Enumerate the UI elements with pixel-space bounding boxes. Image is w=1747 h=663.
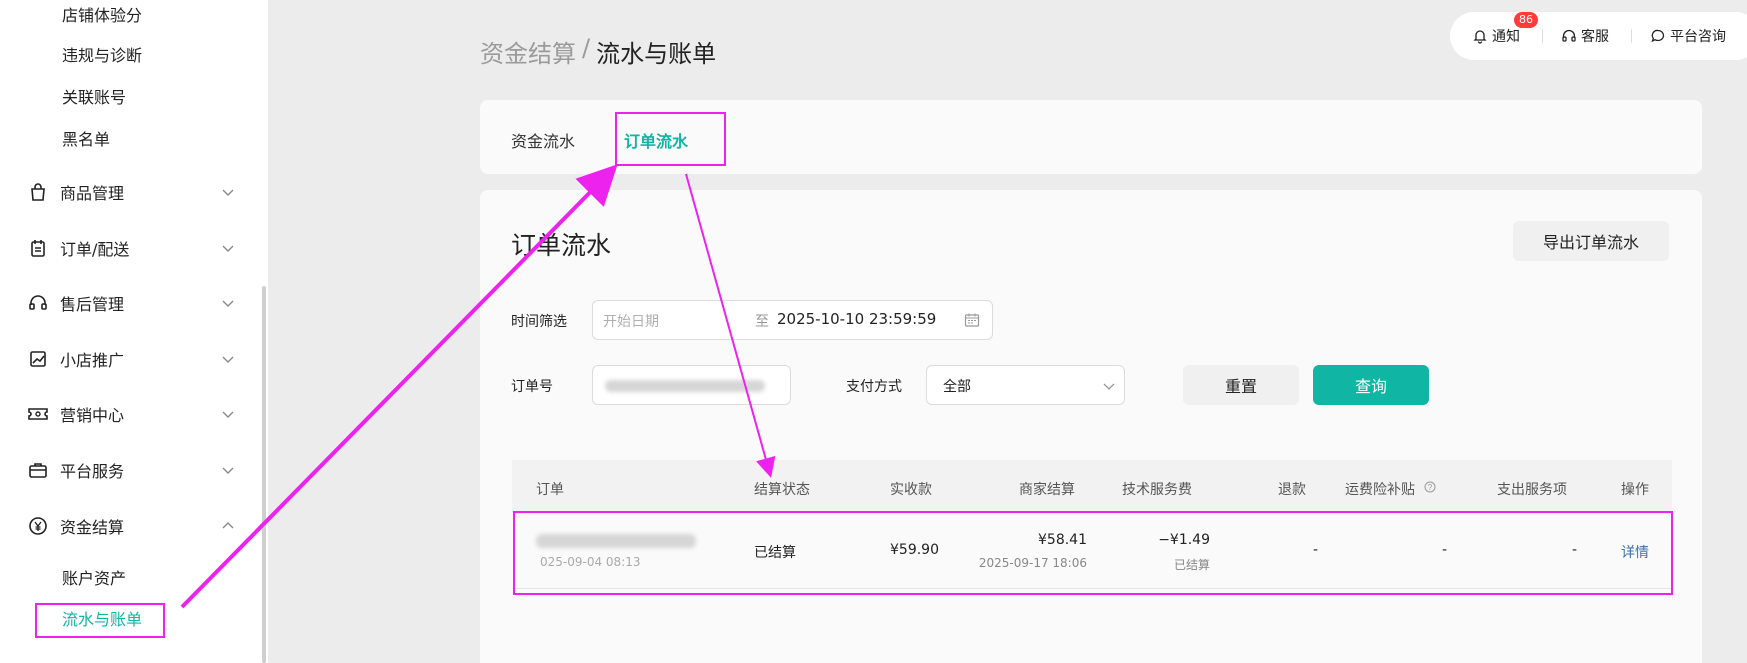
sidebar-scrollbar[interactable]	[262, 286, 266, 663]
calendar-icon[interactable]	[964, 312, 980, 328]
sidebar-menu-label: 商品管理	[60, 184, 125, 203]
col-order: 订单	[536, 482, 564, 498]
chevron-down-icon	[220, 295, 236, 311]
col-received: 实收款	[890, 482, 932, 498]
reset-button[interactable]: 重置	[1183, 365, 1299, 405]
highlight-box-row	[513, 511, 1673, 595]
divider	[1542, 29, 1543, 43]
sidebar-menu-label: 售后管理	[60, 295, 125, 314]
sidebar-menu-label: 营销中心	[60, 406, 125, 425]
table-header: 订单 结算状态 实收款 商家结算 技术服务费 退款 运费险补贴 ? 支出服务项 …	[512, 460, 1672, 514]
svg-text:?: ?	[1428, 483, 1433, 492]
query-button[interactable]: 查询	[1313, 365, 1429, 405]
chevron-down-icon	[220, 240, 236, 256]
sidebar-menu-label: 资金结算	[60, 518, 125, 537]
sidebar-menu-marketing[interactable]: 营销中心	[26, 400, 236, 428]
tab-fund-flow[interactable]: 资金流水	[511, 128, 575, 152]
page-title: 订单流水	[511, 231, 612, 260]
top-action-bar: 通知 86 客服 平台咨询	[1450, 12, 1747, 60]
yen-circle-icon	[26, 514, 50, 538]
sidebar-item-account-assets[interactable]: 账户资产	[62, 565, 126, 589]
col-shipping-subsidy: 运费险补贴	[1345, 482, 1415, 498]
payment-method-select[interactable]: 全部	[926, 365, 1125, 405]
notification-label: 通知	[1492, 29, 1520, 45]
sidebar-item-violations[interactable]: 违规与诊断	[62, 42, 142, 66]
bell-icon	[1473, 30, 1487, 44]
sidebar-menu-orders[interactable]: 订单/配送	[26, 234, 236, 262]
payment-method-value: 全部	[943, 379, 971, 395]
sidebar-menu-label: 小店推广	[60, 351, 125, 370]
chevron-down-icon	[1103, 383, 1115, 390]
highlight-box-tab	[615, 112, 726, 166]
customer-service-label: 客服	[1581, 29, 1609, 45]
chevron-down-icon	[220, 462, 236, 478]
sidebar-menu-finance[interactable]: 资金结算	[26, 512, 236, 540]
trend-chart-icon	[26, 347, 50, 371]
redacted-order-number	[605, 380, 765, 392]
sidebar-menu-products[interactable]: 商品管理	[26, 178, 236, 206]
headset-icon	[1562, 29, 1576, 42]
chat-bubble-icon	[1651, 29, 1665, 43]
export-button[interactable]: 导出订单流水	[1513, 221, 1669, 261]
time-filter-label: 时间筛选	[511, 314, 567, 330]
customer-service-button[interactable]: 客服	[1561, 26, 1609, 46]
clipboard-icon	[26, 236, 50, 260]
sidebar-menu-promotion[interactable]: 小店推广	[26, 345, 236, 373]
payment-method-label: 支付方式	[846, 379, 902, 395]
sidebar-item-linked-accounts[interactable]: 关联账号	[62, 84, 126, 108]
range-separator: 至	[755, 314, 769, 330]
col-expense-items: 支出服务项	[1497, 482, 1567, 498]
end-date-input[interactable]: 2025-10-10 23:59:59	[777, 310, 936, 328]
chevron-down-icon	[220, 351, 236, 367]
order-number-input[interactable]	[592, 365, 791, 405]
sidebar-menu-label: 订单/配送	[60, 240, 130, 259]
col-settle-status: 结算状态	[754, 482, 810, 498]
breadcrumb-current: 流水与账单	[596, 40, 717, 68]
divider	[1631, 29, 1632, 43]
col-merchant-settle: 商家结算	[1019, 482, 1075, 498]
col-tech-fee: 技术服务费	[1122, 482, 1192, 498]
chevron-down-icon	[220, 406, 236, 422]
platform-consult-button[interactable]: 平台咨询	[1650, 26, 1726, 46]
chevron-up-icon	[220, 518, 236, 534]
sidebar-menu-label: 平台服务	[60, 462, 125, 481]
highlight-box-sidebar	[35, 603, 165, 638]
notification-count-badge: 86	[1514, 12, 1538, 28]
sidebar-item-blacklist[interactable]: 黑名单	[62, 126, 110, 150]
date-range-picker[interactable]: 开始日期 至 2025-10-10 23:59:59	[592, 300, 993, 340]
bag-icon	[26, 180, 50, 204]
breadcrumb-separator: /	[582, 34, 591, 62]
order-number-label: 订单号	[511, 379, 553, 395]
chevron-down-icon	[220, 184, 236, 200]
col-refund: 退款	[1278, 482, 1306, 498]
help-circle-icon[interactable]: ?	[1424, 481, 1436, 493]
notification-button[interactable]: 通知 86	[1472, 12, 1538, 46]
col-action: 操作	[1621, 482, 1649, 498]
platform-consult-label: 平台咨询	[1670, 29, 1726, 45]
briefcase-icon	[26, 458, 50, 482]
start-date-input[interactable]: 开始日期	[603, 311, 659, 331]
breadcrumb-parent[interactable]: 资金结算	[480, 34, 576, 69]
breadcrumb: 资金结算 / 流水与账单	[480, 34, 716, 69]
ticket-icon	[26, 402, 50, 426]
sidebar-item-store-score[interactable]: 店铺体验分	[62, 2, 142, 26]
sidebar-menu-aftersale[interactable]: 售后管理	[26, 289, 236, 317]
sidebar-menu-platform-services[interactable]: 平台服务	[26, 456, 236, 484]
sidebar: 店铺体验分 违规与诊断 关联账号 黑名单 商品管理 订单/配送 售后管理 小店推…	[0, 0, 268, 663]
headset-icon	[26, 291, 50, 315]
